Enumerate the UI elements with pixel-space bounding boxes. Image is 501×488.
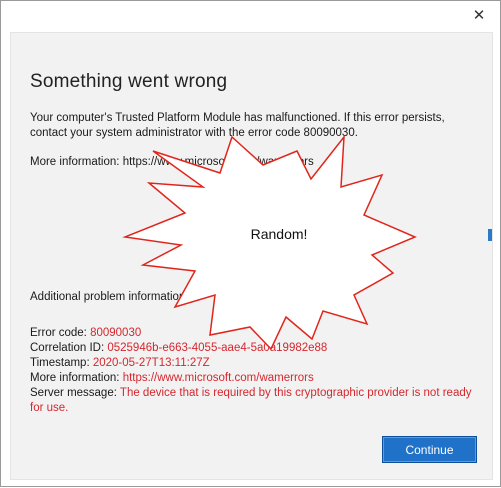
more-info-row: More information: https://www.microsoft.… <box>30 371 475 386</box>
dialog-title: Something went wrong <box>30 71 228 92</box>
error-code-label: Error code: <box>30 327 91 339</box>
error-message: Your computer's Trusted Platform Module … <box>30 112 445 139</box>
more-info-line: More information: https://www.microsoft.… <box>30 156 314 168</box>
server-message-row: Server message: The device that is requi… <box>30 386 475 416</box>
correlation-id-value: 0525946b-e663-4055-aae4-5a0a19982e88 <box>107 342 328 354</box>
more-info-detail-link[interactable]: https://www.microsoft.com/wamerrors <box>123 372 314 384</box>
more-info-link[interactable]: https://www.microsoft.com/wamerrors <box>123 156 314 168</box>
scroll-accent <box>488 229 492 241</box>
error-code-row: Error code: 80090030 <box>30 326 475 341</box>
error-code-value: 80090030 <box>90 327 142 339</box>
error-dialog: Something went wrong Your computer's Tru… <box>10 32 493 480</box>
continue-button[interactable]: Continue <box>382 436 477 463</box>
correlation-id-row: Correlation ID: 0525946b-e663-4055-aae4-… <box>30 341 475 356</box>
close-button[interactable]: ✕ <box>464 3 494 27</box>
more-info-detail-label: More information: <box>30 372 123 384</box>
server-message-label: Server message: <box>30 387 120 399</box>
timestamp-row: Timestamp: 2020-05-27T13:11:27Z <box>30 356 475 371</box>
timestamp-label: Timestamp: <box>30 357 93 369</box>
close-icon: ✕ <box>472 7 486 24</box>
more-info-label: More information: <box>30 156 123 168</box>
problem-details: Error code: 80090030 Correlation ID: 052… <box>30 326 475 416</box>
timestamp-value: 2020-05-27T13:11:27Z <box>92 357 210 369</box>
correlation-id-label: Correlation ID: <box>30 342 108 354</box>
app-window: ✕ Something went wrong Your computer's T… <box>0 0 501 487</box>
additional-info-heading: Additional problem information <box>30 291 186 303</box>
